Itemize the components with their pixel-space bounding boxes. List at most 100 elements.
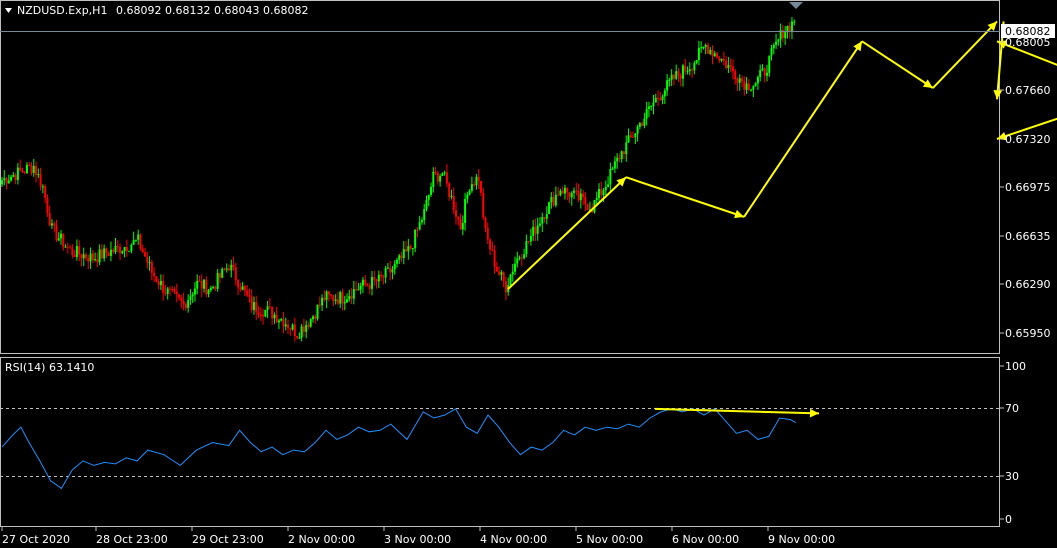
candle: [39, 167, 42, 191]
candle: [754, 82, 757, 87]
candle-body: [747, 83, 750, 91]
candle-body: [159, 280, 162, 286]
trend-arrow[interactable]: [654, 407, 820, 418]
candle-body: [336, 299, 339, 304]
candle-body: [445, 172, 448, 184]
candle-body: [284, 324, 287, 327]
trend-arrow[interactable]: [743, 40, 863, 218]
candle-body: [575, 190, 578, 192]
candle-body: [78, 246, 81, 255]
candle-body: [35, 165, 38, 175]
candle: [538, 217, 541, 228]
candle: [479, 180, 482, 197]
candle: [361, 276, 364, 294]
candle: [293, 317, 296, 342]
candle-body: [738, 78, 741, 83]
arrow-head-icon: [922, 79, 933, 89]
candle: [321, 294, 324, 311]
candle-body: [536, 225, 539, 234]
candle-body: [134, 239, 137, 241]
candle-body: [466, 194, 469, 200]
candle-body: [205, 279, 208, 295]
candle-body: [125, 246, 128, 252]
candle-body: [375, 279, 378, 282]
candle: [720, 58, 723, 63]
candle: [536, 217, 539, 241]
candle-body: [602, 190, 605, 196]
candle-body: [191, 294, 194, 297]
candle: [613, 156, 616, 174]
candle: [187, 294, 190, 313]
candle: [262, 308, 265, 325]
arrow-head-icon: [734, 209, 744, 219]
candle: [443, 170, 446, 176]
candle: [418, 215, 421, 231]
candle-body: [19, 167, 22, 171]
candle-body: [314, 316, 317, 319]
candle: [541, 212, 544, 233]
candle: [60, 229, 63, 245]
candle: [96, 252, 99, 268]
candle-body: [71, 248, 74, 255]
candle: [636, 124, 639, 142]
candle: [393, 260, 396, 275]
candle-body: [216, 273, 219, 289]
candle: [747, 79, 750, 91]
candle-body: [772, 44, 775, 49]
trend-arrow[interactable]: [861, 40, 934, 89]
candle-body: [94, 259, 97, 261]
candle-body: [659, 98, 662, 100]
candle-body: [629, 135, 632, 137]
candle: [391, 265, 394, 280]
symbol-dropdown-icon[interactable]: [5, 8, 12, 13]
candle-body: [568, 192, 571, 198]
candle-body: [443, 172, 446, 174]
candle: [790, 16, 793, 40]
candle-body: [225, 268, 228, 270]
candle: [50, 219, 53, 229]
candle: [675, 64, 678, 80]
candle-body: [636, 126, 639, 134]
candle: [123, 246, 126, 258]
candle-body: [277, 320, 280, 323]
candle: [793, 19, 796, 26]
main-y-tick-label: 0.67320: [1005, 133, 1051, 146]
trend-arrow[interactable]: [625, 176, 745, 219]
candle: [309, 318, 312, 328]
candle: [561, 186, 564, 194]
candle-body: [48, 212, 51, 226]
candle-body: [584, 197, 587, 204]
candle-body: [504, 281, 507, 293]
candle: [289, 327, 292, 336]
candle-body: [473, 184, 476, 186]
candle: [196, 274, 199, 295]
candle: [141, 244, 144, 254]
candle: [643, 112, 646, 129]
candle: [153, 267, 156, 283]
candle-body: [657, 97, 660, 99]
ohlc-values: 0.68092 0.68132 0.68043 0.68082: [116, 4, 308, 17]
candle: [473, 181, 476, 187]
candle: [10, 174, 13, 182]
candle-body: [203, 279, 206, 289]
candle: [205, 276, 208, 298]
candle-body: [339, 292, 342, 304]
x-tick-label: 3 Nov 00:00: [384, 533, 451, 546]
candle: [647, 101, 650, 118]
candle-body: [346, 299, 349, 303]
candle: [736, 77, 739, 92]
candle: [514, 256, 517, 275]
candle-body: [541, 217, 544, 224]
candle-body: [641, 123, 644, 126]
candle-body: [450, 195, 453, 198]
candle-body: [98, 249, 101, 263]
candle-body: [548, 202, 551, 215]
candle-body: [105, 248, 108, 254]
candle-body: [389, 267, 392, 273]
candle-body: [200, 281, 203, 289]
candle-body: [182, 300, 185, 304]
symbol-label: NZDUSD.Exp,H1: [17, 4, 107, 17]
candle-body: [87, 258, 90, 262]
candle-body: [352, 289, 355, 299]
candle: [44, 184, 47, 204]
